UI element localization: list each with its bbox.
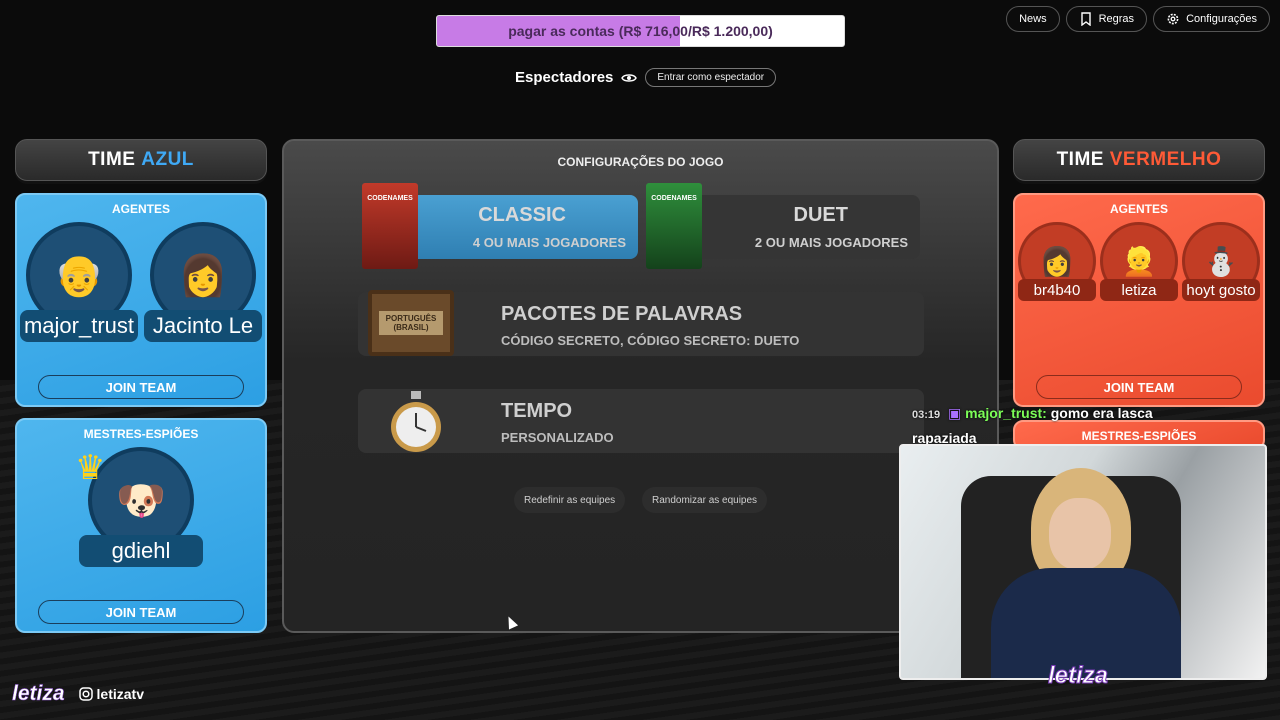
- instagram-handle: letizatv: [78, 686, 144, 702]
- timer-row[interactable]: TEMPO PERSONALIZADO: [358, 389, 924, 453]
- blue-spymasters-card: MESTRES-ESPIÕES 🐶 gdiehl ♛ JOIN TEAM: [15, 418, 267, 633]
- news-button[interactable]: News: [1006, 6, 1060, 32]
- duet-subtitle: 2 OU MAIS JOGADORES: [754, 235, 908, 250]
- word-packs-title: PACOTES DE PALAVRAS: [501, 303, 743, 325]
- player-name: gdiehl: [79, 535, 203, 567]
- mode-duet-button[interactable]: DUET 2 OU MAIS JOGADORES: [684, 195, 920, 259]
- stream-chat-overlay: 03:19 ▣ major_trust: gomo era lasca rapa…: [912, 402, 1212, 450]
- goal-text: pagar as contas (R$ 716,00/R$ 1.200,00): [508, 23, 773, 39]
- settings-button[interactable]: Configurações: [1153, 6, 1270, 32]
- rules-button[interactable]: Regras: [1065, 6, 1148, 32]
- blue-spymasters-list: 🐶 gdiehl: [17, 447, 265, 567]
- codenames-duet-box-image: CODENAMES: [646, 183, 702, 269]
- codenames-classic-box-image: CODENAMES: [362, 183, 418, 269]
- language-sign-image: PORTUGUÊS (BRASIL): [368, 290, 454, 356]
- blue-agents-title: AGENTES: [111, 202, 170, 216]
- red-agents-list: 👩 br4b40 👱 letiza ⛄ hoyt gosto: [1015, 222, 1263, 301]
- chat-time: 03:19: [912, 409, 941, 421]
- blue-spymasters-title: MESTRES-ESPIÕES: [83, 427, 199, 441]
- instagram-handle-text: letizatv: [96, 686, 144, 702]
- player-card: ⛄ hoyt gosto: [1182, 222, 1260, 301]
- timer-title: TEMPO: [501, 400, 573, 422]
- twitch-icon: ▣: [948, 405, 962, 421]
- player-name: major_trust: [20, 310, 138, 342]
- player-card: 👩 br4b40: [1018, 222, 1096, 301]
- red-agents-card: AGENTES 👩 br4b40 👱 letiza ⛄ hoyt gosto J…: [1013, 193, 1265, 407]
- mode-classic-button[interactable]: CLASSIC 4 OU MAIS JOGADORES: [402, 195, 638, 259]
- word-packs-subtitle: CÓDIGO SECRETO, CÓDIGO SECRETO: DUETO: [501, 333, 800, 348]
- player-name: hoyt gosto: [1182, 279, 1260, 301]
- streamer-image: [971, 458, 1191, 678]
- chat-username: major_trust:: [965, 405, 1047, 421]
- gear-icon: [1167, 13, 1179, 25]
- duet-box-label: CODENAMES: [651, 195, 697, 202]
- spectators-label: Espectadores: [515, 69, 614, 86]
- join-as-spectator-button[interactable]: Entrar como espectador: [645, 68, 777, 87]
- randomize-teams-button[interactable]: Randomizar as equipes: [642, 487, 768, 513]
- classic-subtitle: 4 OU MAIS JOGADORES: [472, 235, 626, 250]
- word-packs-row[interactable]: PORTUGUÊS (BRASIL) PACOTES DE PALAVRAS C…: [358, 290, 924, 356]
- join-red-agents-button[interactable]: JOIN TEAM: [1036, 375, 1242, 399]
- settings-title: CONFIGURAÇÕES DO JOGO: [557, 155, 724, 169]
- join-blue-agents-button[interactable]: JOIN TEAM: [38, 375, 244, 399]
- bookmark-icon: [1080, 12, 1091, 26]
- game-settings-panel: CONFIGURAÇÕES DO JOGO CLASSIC 4 OU MAIS …: [282, 139, 999, 633]
- player-card: 👱 letiza: [1100, 222, 1178, 301]
- top-toolbar: News Regras Configurações: [1006, 6, 1270, 32]
- reset-teams-button[interactable]: Redefinir as equipes: [514, 487, 626, 513]
- language-sign-label: PORTUGUÊS (BRASIL): [379, 311, 443, 335]
- red-team-title-prefix: TIME: [1056, 149, 1110, 170]
- eye-icon: [621, 73, 638, 82]
- chat-message: 03:19 ▣ major_trust: gomo era lasca: [912, 402, 1212, 427]
- blue-team-title-color: AZUL: [141, 149, 194, 170]
- news-label: News: [1019, 13, 1047, 25]
- donation-goal-bar: pagar as contas (R$ 716,00/R$ 1.200,00): [436, 15, 845, 47]
- red-team-title-color: VERMELHO: [1109, 149, 1222, 170]
- blue-team-title-prefix: TIME: [88, 149, 142, 170]
- rules-label: Regras: [1098, 13, 1135, 25]
- player-name: br4b40: [1018, 279, 1096, 301]
- webcam-feed: [899, 444, 1267, 680]
- player-card: 👩 Jacinto Le: [144, 222, 262, 342]
- red-team-header: TIME VERMELHO: [1013, 139, 1265, 181]
- red-agents-title: AGENTES: [1109, 202, 1168, 216]
- player-card: 👴 major_trust: [20, 222, 138, 342]
- blue-agents-list: 👴 major_trust 👩 Jacinto Le: [17, 222, 265, 342]
- classic-box-label: CODENAMES: [367, 195, 413, 202]
- timer-subtitle: PERSONALIZADO: [501, 430, 614, 445]
- classic-title: CLASSIC: [478, 204, 566, 226]
- settings-label: Configurações: [1186, 13, 1257, 25]
- webcam-logo: letiza: [1047, 662, 1109, 690]
- stream-branding: letiza letizatv: [12, 682, 144, 706]
- brand-logo: letiza: [12, 682, 65, 706]
- blue-team-header: TIME AZUL: [15, 139, 267, 181]
- instagram-icon: [78, 687, 93, 701]
- player-name: Jacinto Le: [144, 310, 262, 342]
- stopwatch-icon: [386, 391, 446, 453]
- duet-title: DUET: [793, 204, 848, 226]
- join-blue-spymasters-button[interactable]: JOIN TEAM: [38, 600, 244, 624]
- crown-icon: ♛: [75, 449, 106, 487]
- chat-text: gomo era lasca: [1050, 405, 1153, 421]
- spectators-bar: Espectadores Entrar como espectador: [515, 68, 777, 87]
- blue-agents-card: AGENTES 👴 major_trust 👩 Jacinto Le JOIN …: [15, 193, 267, 407]
- player-name: letiza: [1100, 279, 1178, 301]
